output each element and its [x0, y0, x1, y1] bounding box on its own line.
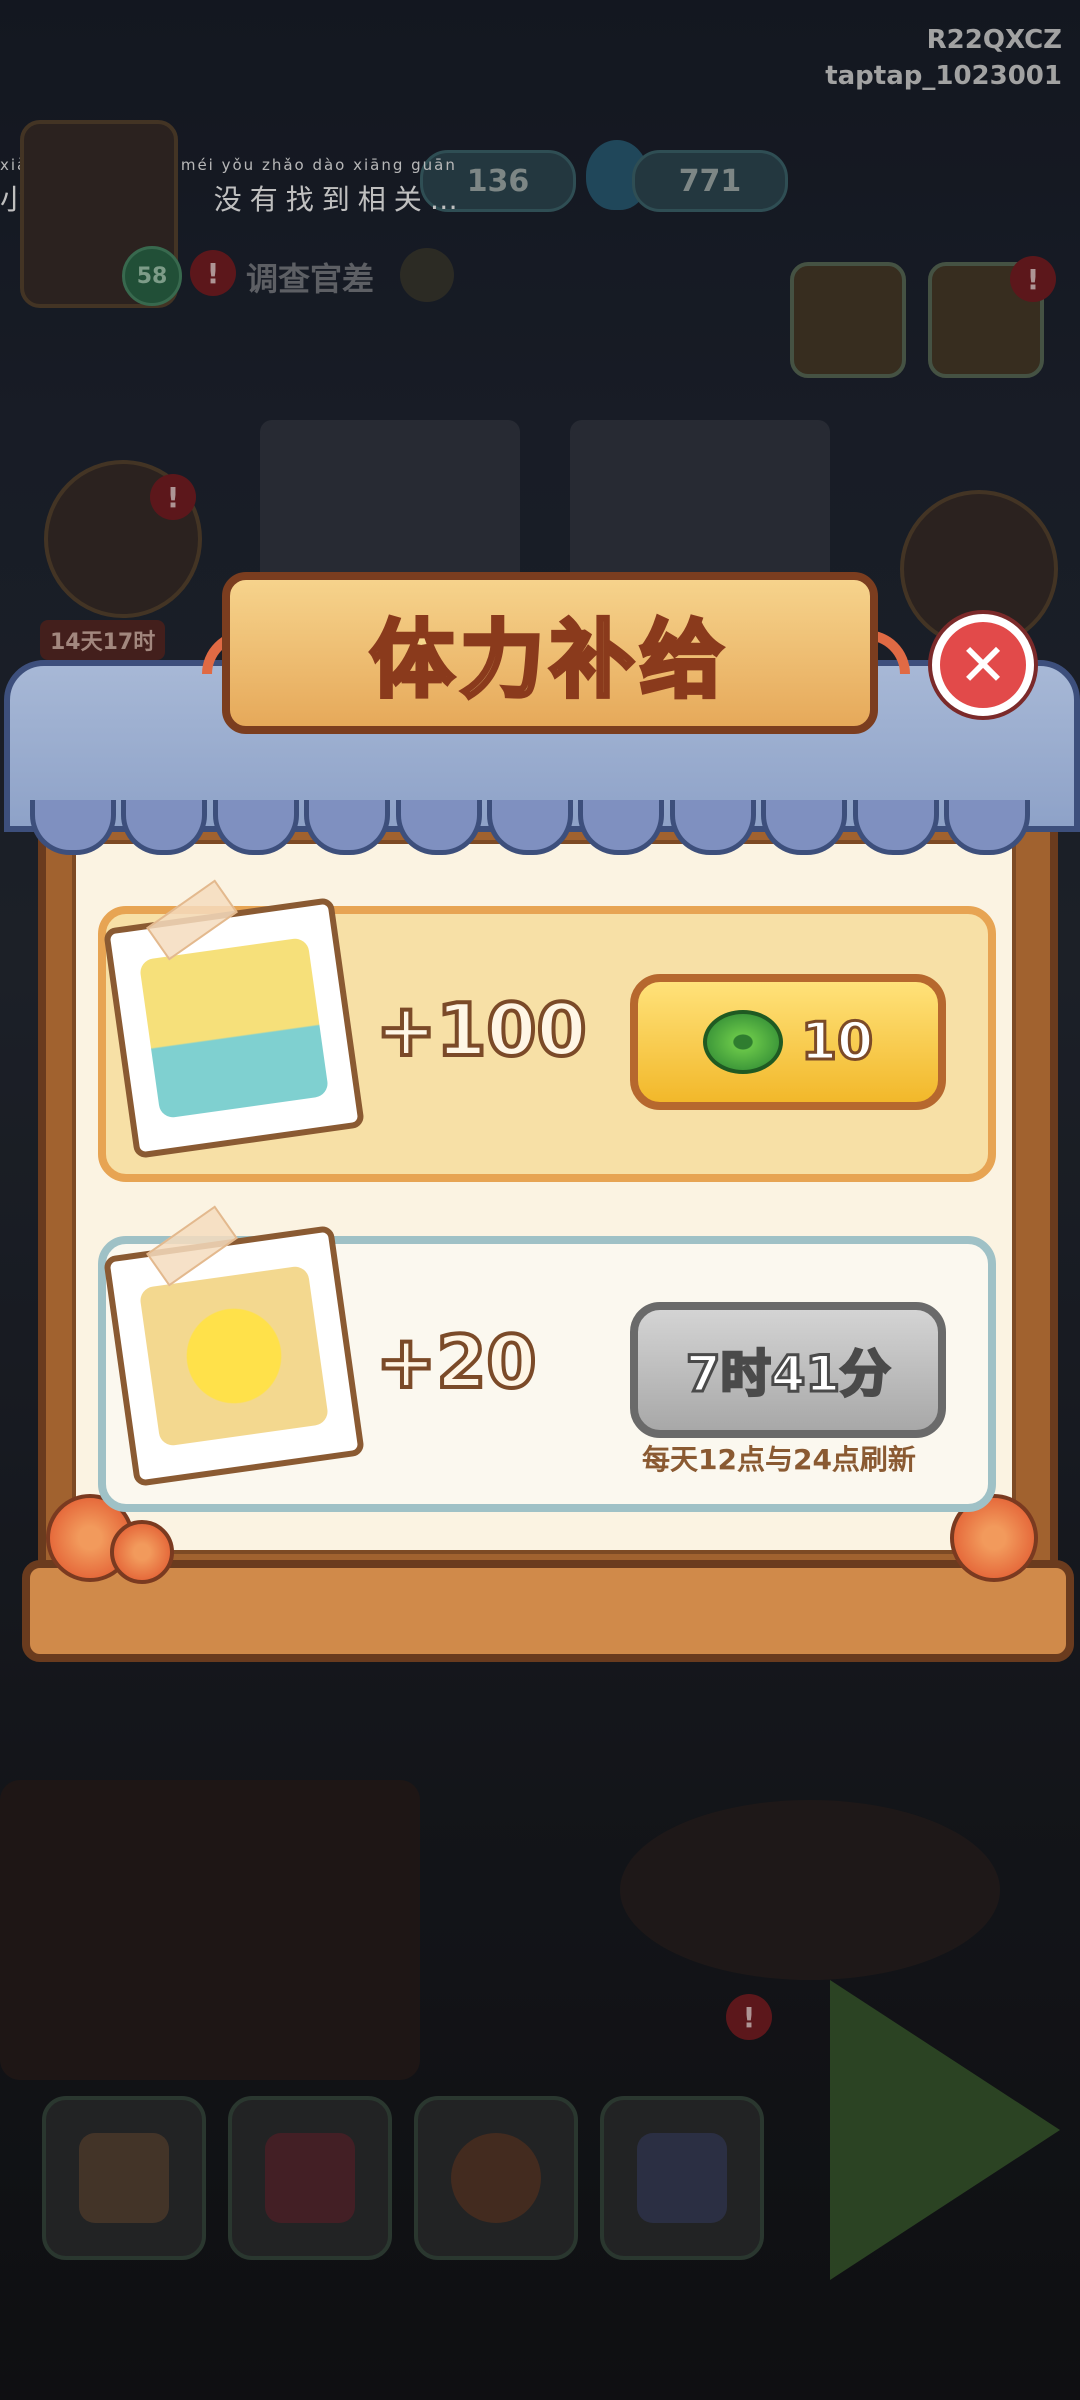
buy-energy-button[interactable]: 10	[630, 974, 946, 1110]
close-button[interactable]: ✕	[932, 614, 1034, 716]
modal-title: 体力补给	[368, 609, 730, 711]
cooldown-button[interactable]: 7时41分	[630, 1302, 946, 1438]
modal-title-plank: 体力补给	[222, 572, 878, 734]
offer-large-amount: +100	[374, 986, 589, 1074]
awning-scallops	[30, 800, 1030, 855]
orange-decoration-small	[110, 1520, 174, 1584]
offer-small-amount: +20	[374, 1318, 539, 1406]
item-card-large	[102, 896, 366, 1160]
close-icon: ✕	[958, 631, 1008, 699]
gold-nugget-icon	[138, 1264, 330, 1448]
refresh-note: 每天12点与24点刷新	[642, 1443, 916, 1476]
item-card-small	[102, 1224, 366, 1488]
modal-shelf	[22, 1560, 1074, 1662]
cooldown-timer: 7时41分	[684, 1344, 891, 1405]
gold-bowl-icon	[138, 936, 330, 1120]
green-coin-icon	[702, 1010, 783, 1074]
buy-price: 10	[799, 1011, 874, 1074]
